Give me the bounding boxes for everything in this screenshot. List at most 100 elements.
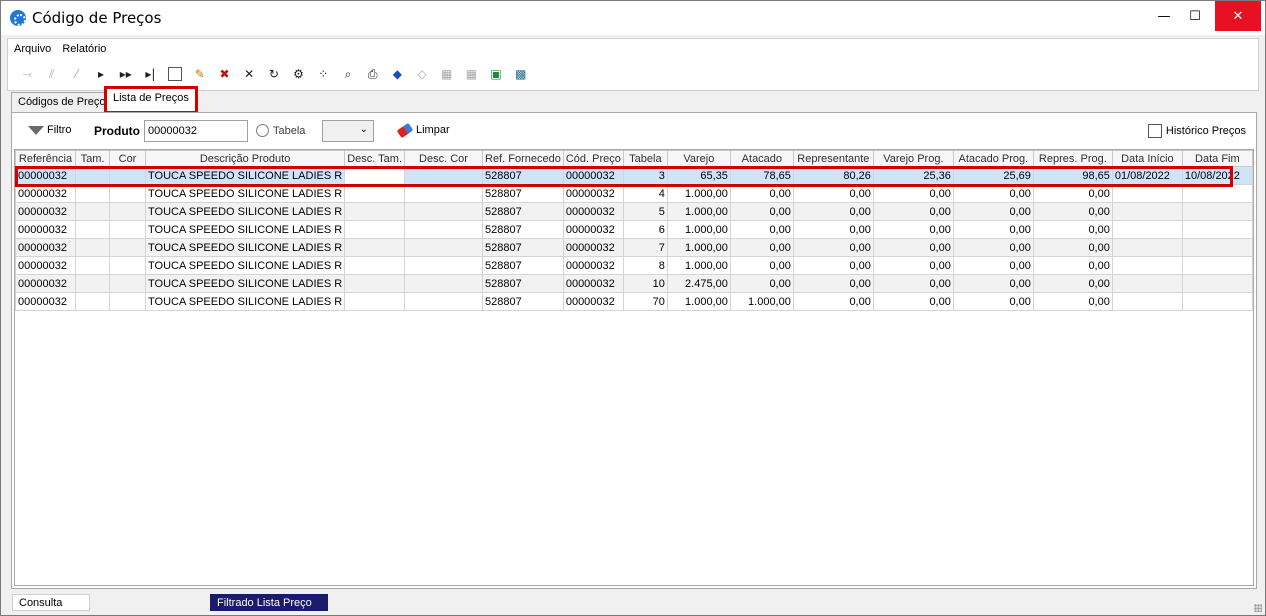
table-cell[interactable]: 0,00 (729, 202, 794, 221)
table-cell[interactable] (344, 202, 405, 221)
delete-icon[interactable]: ✖ (215, 64, 235, 84)
table-cell[interactable]: 0,00 (1032, 220, 1113, 239)
cancel-icon[interactable]: ✕ (239, 64, 259, 84)
tab-codigos-de-preco[interactable]: Códigos de Preço (11, 92, 113, 112)
prev-page-disabled-icon[interactable]: ⫽ (42, 64, 62, 84)
table-cell[interactable]: 0,00 (792, 256, 874, 275)
produto-input[interactable] (144, 120, 248, 142)
table-row[interactable]: 00000032 TOUCA SPEEDO SILICONE LADIES R 52… (15, 220, 1253, 239)
table-cell[interactable] (1181, 238, 1253, 257)
table-cell[interactable]: 0,00 (872, 184, 954, 203)
column-header[interactable]: Atacado (729, 150, 794, 167)
table-cell[interactable] (404, 184, 483, 203)
table-cell[interactable]: 0,00 (729, 220, 794, 239)
table-row[interactable]: 00000032 TOUCA SPEEDO SILICONE LADIES R 52… (15, 238, 1253, 257)
table-cell[interactable]: 1.000,00 (666, 256, 731, 275)
table-cell[interactable]: 0,00 (1032, 184, 1113, 203)
table-cell[interactable]: 01/08/2022 (1111, 166, 1183, 185)
table-cell[interactable]: 3 (622, 166, 668, 185)
table-cell[interactable]: TOUCA SPEEDO SILICONE LADIES R (144, 220, 346, 239)
table-cell[interactable]: TOUCA SPEEDO SILICONE LADIES R (144, 166, 346, 185)
table-cell[interactable]: TOUCA SPEEDO SILICONE LADIES R (144, 238, 346, 257)
table-cell[interactable] (404, 166, 483, 185)
table-cell[interactable]: 5 (622, 202, 668, 221)
column-header[interactable]: Varejo (666, 150, 731, 167)
edit-icon[interactable]: ✎ (190, 64, 210, 84)
table-row[interactable]: 00000032 TOUCA SPEEDO SILICONE LADIES R 52… (15, 202, 1253, 221)
table-cell[interactable] (75, 202, 110, 221)
table-cell[interactable] (404, 220, 483, 239)
menu-arquivo[interactable]: Arquivo (14, 43, 51, 55)
table-cell[interactable]: 80,26 (792, 166, 874, 185)
table-cell[interactable]: 25,36 (872, 166, 954, 185)
table-cell[interactable]: 528807 (482, 292, 564, 311)
column-header[interactable]: Atacado Prog. (952, 150, 1034, 167)
next-icon[interactable]: ▸ (91, 64, 111, 84)
column-header[interactable]: Desc. Tam. (344, 150, 405, 167)
table-cell[interactable] (344, 274, 405, 293)
settings-tb-icon[interactable]: ▦ (461, 64, 481, 84)
tabela-select[interactable]: ⌄ (322, 120, 374, 142)
tag-icon[interactable]: ◆ (387, 64, 407, 84)
table-cell[interactable]: 0,00 (952, 202, 1034, 221)
table-cell[interactable]: 00000032 (15, 274, 76, 293)
resize-grip-icon[interactable] (1254, 604, 1262, 612)
goto-icon[interactable]: ◇ (412, 64, 432, 84)
next-page-icon[interactable]: ▸▸ (116, 64, 136, 84)
tabela-radio[interactable] (256, 124, 269, 137)
table-cell[interactable]: 00000032 (562, 166, 624, 185)
table-cell[interactable] (109, 256, 146, 275)
table-cell[interactable] (109, 292, 146, 311)
table-cell[interactable]: 0,00 (1032, 256, 1113, 275)
table-cell[interactable]: 00000032 (562, 238, 624, 257)
prev-disabled-icon[interactable]: ⁄ (66, 64, 86, 84)
table-cell[interactable]: 0,00 (872, 238, 954, 257)
table-cell[interactable] (1111, 202, 1183, 221)
table-cell[interactable]: 0,00 (729, 238, 794, 257)
table-cell[interactable] (1111, 238, 1183, 257)
preview-icon[interactable]: ⌕ (338, 64, 358, 84)
table-cell[interactable]: 00000032 (562, 274, 624, 293)
column-header[interactable]: Cor (109, 150, 146, 167)
table-cell[interactable]: 0,00 (872, 274, 954, 293)
refresh-icon[interactable]: ↻ (264, 64, 284, 84)
export-icon[interactable]: ▩ (511, 64, 531, 84)
table-cell[interactable]: 00000032 (15, 184, 76, 203)
wand-icon[interactable]: ⁘ (313, 64, 333, 84)
table-cell[interactable]: 528807 (482, 202, 564, 221)
table-cell[interactable]: 0,00 (952, 184, 1034, 203)
table-cell[interactable] (344, 184, 405, 203)
table-cell[interactable]: 0,00 (872, 220, 954, 239)
table-cell[interactable]: 25,69 (952, 166, 1034, 185)
table-cell[interactable]: 528807 (482, 274, 564, 293)
column-header[interactable]: Referência (15, 150, 76, 167)
table-cell[interactable]: 0,00 (792, 202, 874, 221)
table-cell[interactable]: 0,00 (1032, 202, 1113, 221)
table-cell[interactable]: 0,00 (952, 220, 1034, 239)
table-cell[interactable] (1181, 184, 1253, 203)
table-cell[interactable]: 1.000,00 (666, 184, 731, 203)
limpar-button[interactable]: Limpar (396, 122, 450, 138)
export-excel-icon[interactable]: ▣ (486, 64, 506, 84)
table-cell[interactable] (1111, 274, 1183, 293)
table-cell[interactable]: 0,00 (1032, 238, 1113, 257)
table-cell[interactable]: 7 (622, 238, 668, 257)
table-cell[interactable] (1181, 256, 1253, 275)
table-cell[interactable] (109, 202, 146, 221)
table-cell[interactable]: TOUCA SPEEDO SILICONE LADIES R (144, 292, 346, 311)
close-button[interactable]: ✕ (1215, 1, 1261, 31)
table-cell[interactable] (404, 274, 483, 293)
column-header[interactable]: Desc. Cor (404, 150, 483, 167)
table-cell[interactable]: 0,00 (872, 256, 954, 275)
table-cell[interactable] (109, 184, 146, 203)
price-grid[interactable]: Referência Tam. Cor Descrição Produto Desc. … (14, 149, 1254, 586)
table-cell[interactable]: 1.000,00 (666, 220, 731, 239)
table-cell[interactable]: 4 (622, 184, 668, 203)
table-row[interactable]: 00000032 TOUCA SPEEDO SILICONE LADIES R 52… (15, 166, 1253, 185)
table-cell[interactable] (1181, 292, 1253, 311)
column-header[interactable]: Cód. Preço (562, 150, 624, 167)
table-cell[interactable]: 98,65 (1032, 166, 1113, 185)
tab-lista-de-precos[interactable]: Lista de Preços (104, 86, 198, 114)
table-cell[interactable] (344, 220, 405, 239)
table-cell[interactable] (109, 220, 146, 239)
